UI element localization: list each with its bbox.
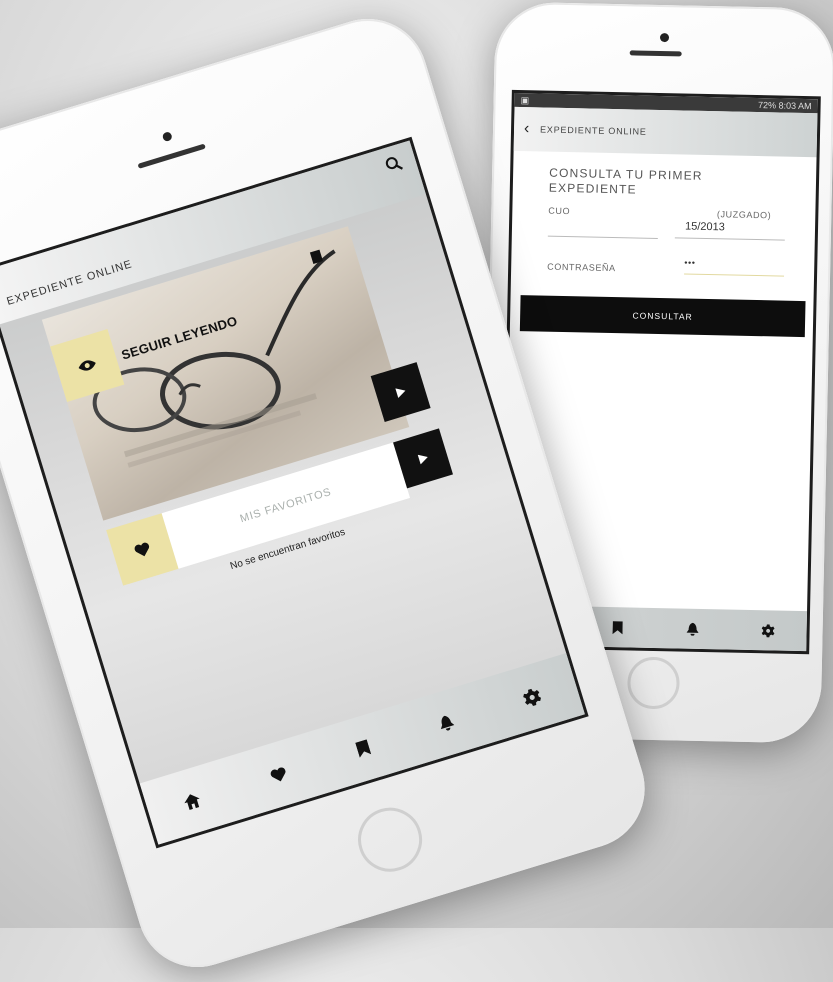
status-time: 72% 8:03 AM [757, 100, 812, 112]
consultar-button[interactable]: CONSULTAR [519, 295, 806, 338]
home-button[interactable] [350, 799, 431, 880]
tab-bar [139, 653, 585, 845]
speaker-grille [629, 50, 682, 57]
consult-form: CONSULTA TU PRIMER EXPEDIENTE CUO (JUZGA… [511, 151, 816, 277]
bookmark-icon[interactable] [612, 620, 624, 634]
back-arrow-icon[interactable]: ‹ [514, 120, 540, 139]
form-title: CONSULTA TU PRIMER EXPEDIENTE [548, 165, 703, 197]
gear-icon[interactable] [761, 623, 775, 637]
cuo-label: CUO [548, 205, 571, 217]
page-title: EXPEDIENTE ONLINE [539, 124, 647, 137]
status-left-icon: ▣ [520, 95, 530, 106]
bell-icon[interactable] [437, 713, 455, 732]
home-button[interactable] [626, 656, 681, 710]
app-header: ‹ EXPEDIENTE ONLINE [513, 106, 818, 158]
juzgado-label: (JUZGADO) [716, 209, 772, 221]
bookmark-icon[interactable] [355, 739, 372, 758]
search-icon[interactable] [384, 154, 404, 174]
cuo-input[interactable] [547, 217, 659, 239]
home-icon[interactable] [182, 791, 202, 810]
front-camera [161, 130, 173, 143]
front-camera [659, 32, 670, 43]
speaker-grille [137, 143, 206, 169]
gear-icon[interactable] [521, 686, 542, 707]
bell-icon[interactable] [686, 622, 699, 636]
password-input[interactable]: ••• [684, 257, 785, 277]
heart-icon[interactable] [268, 765, 289, 784]
expediente-input[interactable]: 15/2013 [674, 220, 786, 241]
continue-reading-label: SEGUIR LEYENDO [119, 312, 240, 363]
password-label: CONTRASEÑA [547, 261, 616, 274]
